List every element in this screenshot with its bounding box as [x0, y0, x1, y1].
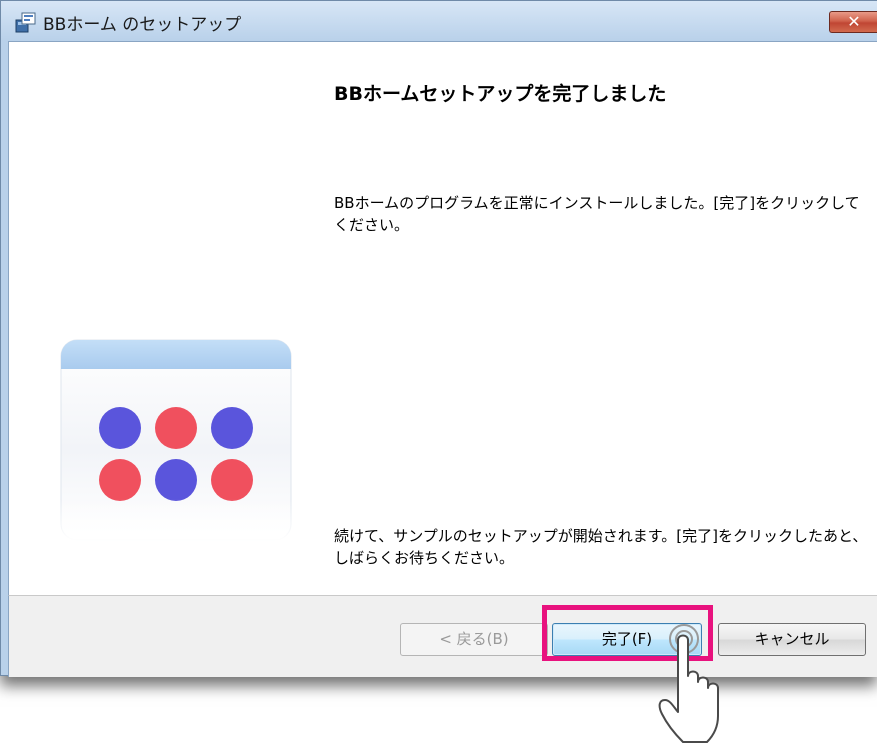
install-complete-message: BBホームのプログラムを正常にインストールしました。[完了]をクリックしてくださ…	[334, 194, 860, 234]
close-button[interactable]: ✕	[829, 11, 877, 33]
title-bar[interactable]: BBホーム のセットアップ ✕	[1, 1, 877, 41]
bb-home-logo	[60, 339, 292, 541]
logo-dot	[155, 407, 197, 449]
setup-app-icon	[15, 12, 36, 33]
sample-setup-message: 続けて、サンプルのセットアップが開始されます。[完了]をクリックしたあと、しばら…	[334, 527, 868, 567]
cancel-button[interactable]: キャンセル	[718, 623, 866, 656]
logo-dot	[155, 459, 197, 501]
window-title: BBホーム のセットアップ	[43, 15, 242, 35]
back-button[interactable]: < 戻る(B)	[400, 623, 548, 656]
setup-dialog-window: BBホーム のセットアップ ✕ BBホームセットアップを完了しました BBホーム…	[0, 0, 877, 677]
logo-dot	[99, 459, 141, 501]
dialog-body: BBホームセットアップを完了しました BBホームのプログラムを正常にインストール…	[8, 41, 877, 595]
completion-heading: BBホームセットアップを完了しました	[334, 83, 667, 105]
logo-dot	[211, 407, 253, 449]
logo-dot	[99, 407, 141, 449]
logo-dot	[211, 459, 253, 501]
hand-pointer-icon	[658, 624, 719, 743]
close-icon: ✕	[847, 12, 861, 31]
